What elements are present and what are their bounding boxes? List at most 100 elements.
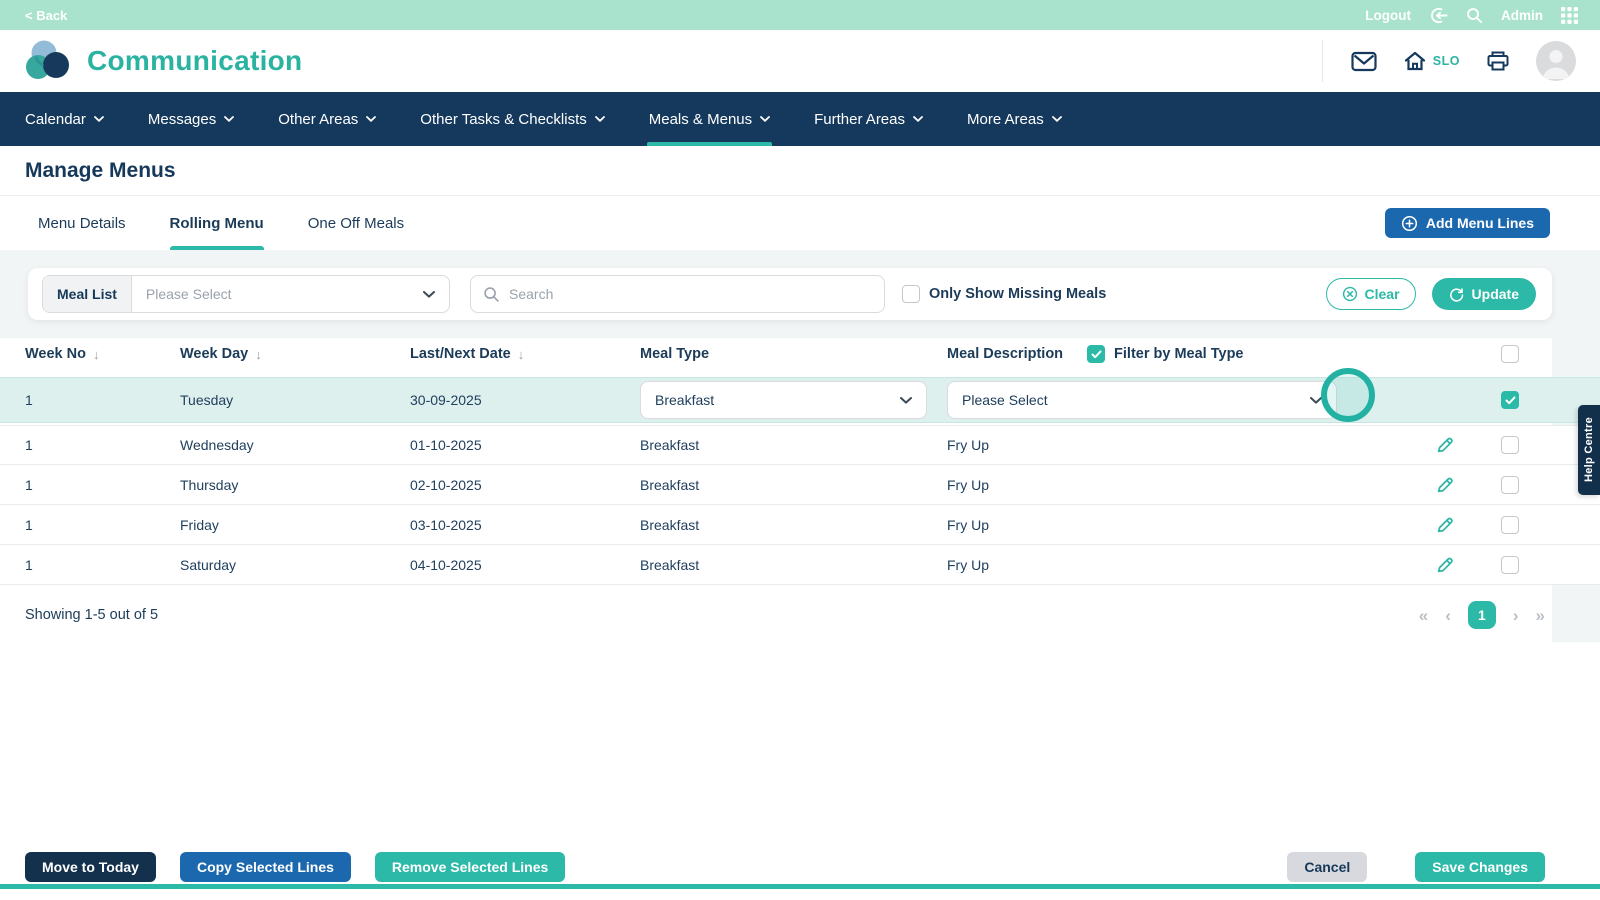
apps-grid-icon[interactable]	[1561, 6, 1578, 24]
help-centre-tab[interactable]: Help Centre	[1578, 405, 1600, 495]
meal-list-value: Please Select	[145, 286, 232, 302]
edit-pencil-icon[interactable]	[1435, 515, 1455, 535]
slo-label: SLO	[1432, 54, 1460, 68]
cell-meal-type: Breakfast	[640, 476, 700, 493]
chevron-down-icon	[760, 116, 771, 122]
cell-week-no: 1	[25, 437, 33, 453]
messages-envelope-icon[interactable]	[1351, 51, 1377, 72]
column-meal-type: Meal Type	[640, 346, 710, 362]
user-avatar[interactable]	[1536, 41, 1576, 81]
brand: Communication	[25, 39, 302, 83]
cell-week-day: Thursday	[180, 476, 239, 493]
row-checkbox[interactable]	[1501, 555, 1519, 574]
chevron-down-icon	[366, 116, 377, 122]
chevron-down-icon	[900, 396, 912, 404]
update-button[interactable]: Update	[1431, 278, 1536, 310]
table-row-selected: 1 Tuesday 30-09-2025 Breakfast Please Se…	[0, 377, 1600, 423]
search-icon[interactable]	[1466, 7, 1483, 24]
current-page-button[interactable]: 1	[1467, 601, 1496, 629]
logout-icon[interactable]	[1429, 6, 1448, 25]
copy-selected-lines-button[interactable]: Copy Selected Lines	[179, 852, 351, 882]
meal-list-select[interactable]: Meal List Please Select	[42, 275, 450, 313]
sort-desc-icon[interactable]: ↓	[255, 347, 262, 362]
first-page-icon[interactable]: «	[1419, 607, 1428, 624]
nav-item-other-tasks-checklists[interactable]: Other Tasks & Checklists	[420, 92, 605, 146]
cell-date: 01-10-2025	[410, 437, 482, 453]
cell-date: 03-10-2025	[410, 516, 482, 533]
row-checkbox[interactable]	[1501, 436, 1519, 454]
tab-one-off-meals[interactable]: One Off Meals	[308, 196, 404, 250]
title-bar: Manage Menus	[0, 146, 1600, 196]
chevron-down-icon	[224, 116, 235, 122]
cell-week-day: Tuesday	[180, 392, 234, 408]
filter-by-meal-type-checkbox[interactable]	[1087, 345, 1106, 363]
sort-desc-icon[interactable]: ↓	[518, 347, 525, 362]
meal-type-select[interactable]: Breakfast	[640, 381, 927, 419]
table-row: 1 Thursday 02-10-2025 Breakfast Fry Up	[0, 465, 1600, 505]
nav-item-more-areas[interactable]: More Areas	[967, 92, 1062, 146]
cell-week-no: 1	[25, 556, 33, 573]
row-checkbox[interactable]	[1501, 475, 1519, 494]
move-to-today-button[interactable]: Move to Today	[25, 852, 156, 882]
filter-by-meal-type-toggle[interactable]: Filter by Meal Type	[1087, 345, 1244, 363]
next-page-icon[interactable]: ›	[1513, 607, 1519, 624]
topbar-right-group: Logout Admin	[1365, 6, 1578, 25]
cell-week-no: 1	[25, 476, 33, 493]
plus-circle-icon	[1401, 215, 1417, 231]
cell-meal-description: Fry Up	[947, 556, 989, 573]
clear-button[interactable]: Clear	[1325, 278, 1416, 310]
cell-meal-type: Breakfast	[640, 556, 700, 573]
select-all-checkbox[interactable]	[1501, 345, 1519, 363]
row-checkbox-checked[interactable]	[1501, 391, 1519, 409]
filter-by-meal-type-label: Filter by Meal Type	[1114, 346, 1244, 362]
edit-pencil-icon[interactable]	[1435, 435, 1455, 455]
edit-pencil-icon[interactable]	[1435, 475, 1455, 495]
cell-date: 30-09-2025	[410, 392, 482, 408]
search-icon	[484, 286, 499, 302]
cancel-button[interactable]: Cancel	[1287, 852, 1368, 882]
check-icon	[1090, 349, 1102, 358]
cell-date: 04-10-2025	[410, 556, 482, 573]
filter-bar: Meal List Please Select Only Show Missin…	[28, 268, 1552, 320]
meal-description-select[interactable]: Please Select	[947, 381, 1337, 419]
chevron-down-icon	[1310, 396, 1322, 404]
only-show-missing-checkbox[interactable]	[902, 285, 920, 303]
column-meal-description: Meal Description	[947, 346, 1064, 362]
chevron-down-icon	[913, 116, 923, 122]
nav-item-calendar[interactable]: Calendar	[25, 92, 104, 146]
nav-item-further-areas[interactable]: Further Areas	[814, 92, 923, 146]
nav-item-messages[interactable]: Messages	[148, 92, 235, 146]
tab-menu-details[interactable]: Menu Details	[38, 196, 126, 250]
cell-meal-description: Fry Up	[947, 476, 989, 493]
prev-page-icon[interactable]: ‹	[1445, 607, 1451, 624]
only-show-missing-meals-toggle[interactable]: Only Show Missing Meals	[902, 285, 1106, 303]
column-week-no[interactable]: Week No ↓	[25, 346, 180, 362]
edit-pencil-icon[interactable]	[1435, 555, 1455, 575]
admin-menu[interactable]: Admin	[1501, 8, 1543, 23]
nav-item-meals-menus[interactable]: Meals & Menus	[646, 92, 773, 146]
cell-week-no: 1	[25, 516, 33, 533]
back-button[interactable]: < Back	[25, 8, 67, 23]
column-last-next-date[interactable]: Last/Next Date ↓	[410, 346, 640, 362]
print-icon[interactable]	[1486, 50, 1510, 72]
search-input[interactable]	[509, 286, 872, 302]
cell-meal-type: Breakfast	[640, 516, 700, 533]
remove-selected-lines-button[interactable]: Remove Selected Lines	[374, 852, 566, 882]
table-row: 1 Saturday 04-10-2025 Breakfast Fry Up	[0, 545, 1600, 585]
pagination-bar: Showing 1-5 out of 5 « ‹ 1 › »	[0, 598, 1600, 632]
tab-rolling-menu[interactable]: Rolling Menu	[169, 196, 264, 250]
column-week-day[interactable]: Week Day ↓	[180, 346, 410, 362]
help-centre-label: Help Centre	[1583, 417, 1595, 483]
meal-list-label: Meal List	[43, 276, 132, 312]
bottom-accent-strip	[0, 884, 1600, 889]
save-changes-button[interactable]: Save Changes	[1415, 852, 1545, 882]
cell-date: 02-10-2025	[410, 476, 482, 493]
cell-week-day: Saturday	[180, 556, 237, 573]
nav-item-other-areas[interactable]: Other Areas	[278, 92, 377, 146]
add-menu-lines-button[interactable]: Add Menu Lines	[1384, 208, 1550, 238]
sort-desc-icon[interactable]: ↓	[93, 347, 100, 362]
logout-button[interactable]: Logout	[1365, 8, 1411, 23]
row-checkbox[interactable]	[1501, 515, 1519, 534]
last-page-icon[interactable]: »	[1536, 607, 1545, 624]
home-button[interactable]: SLO	[1403, 50, 1460, 72]
